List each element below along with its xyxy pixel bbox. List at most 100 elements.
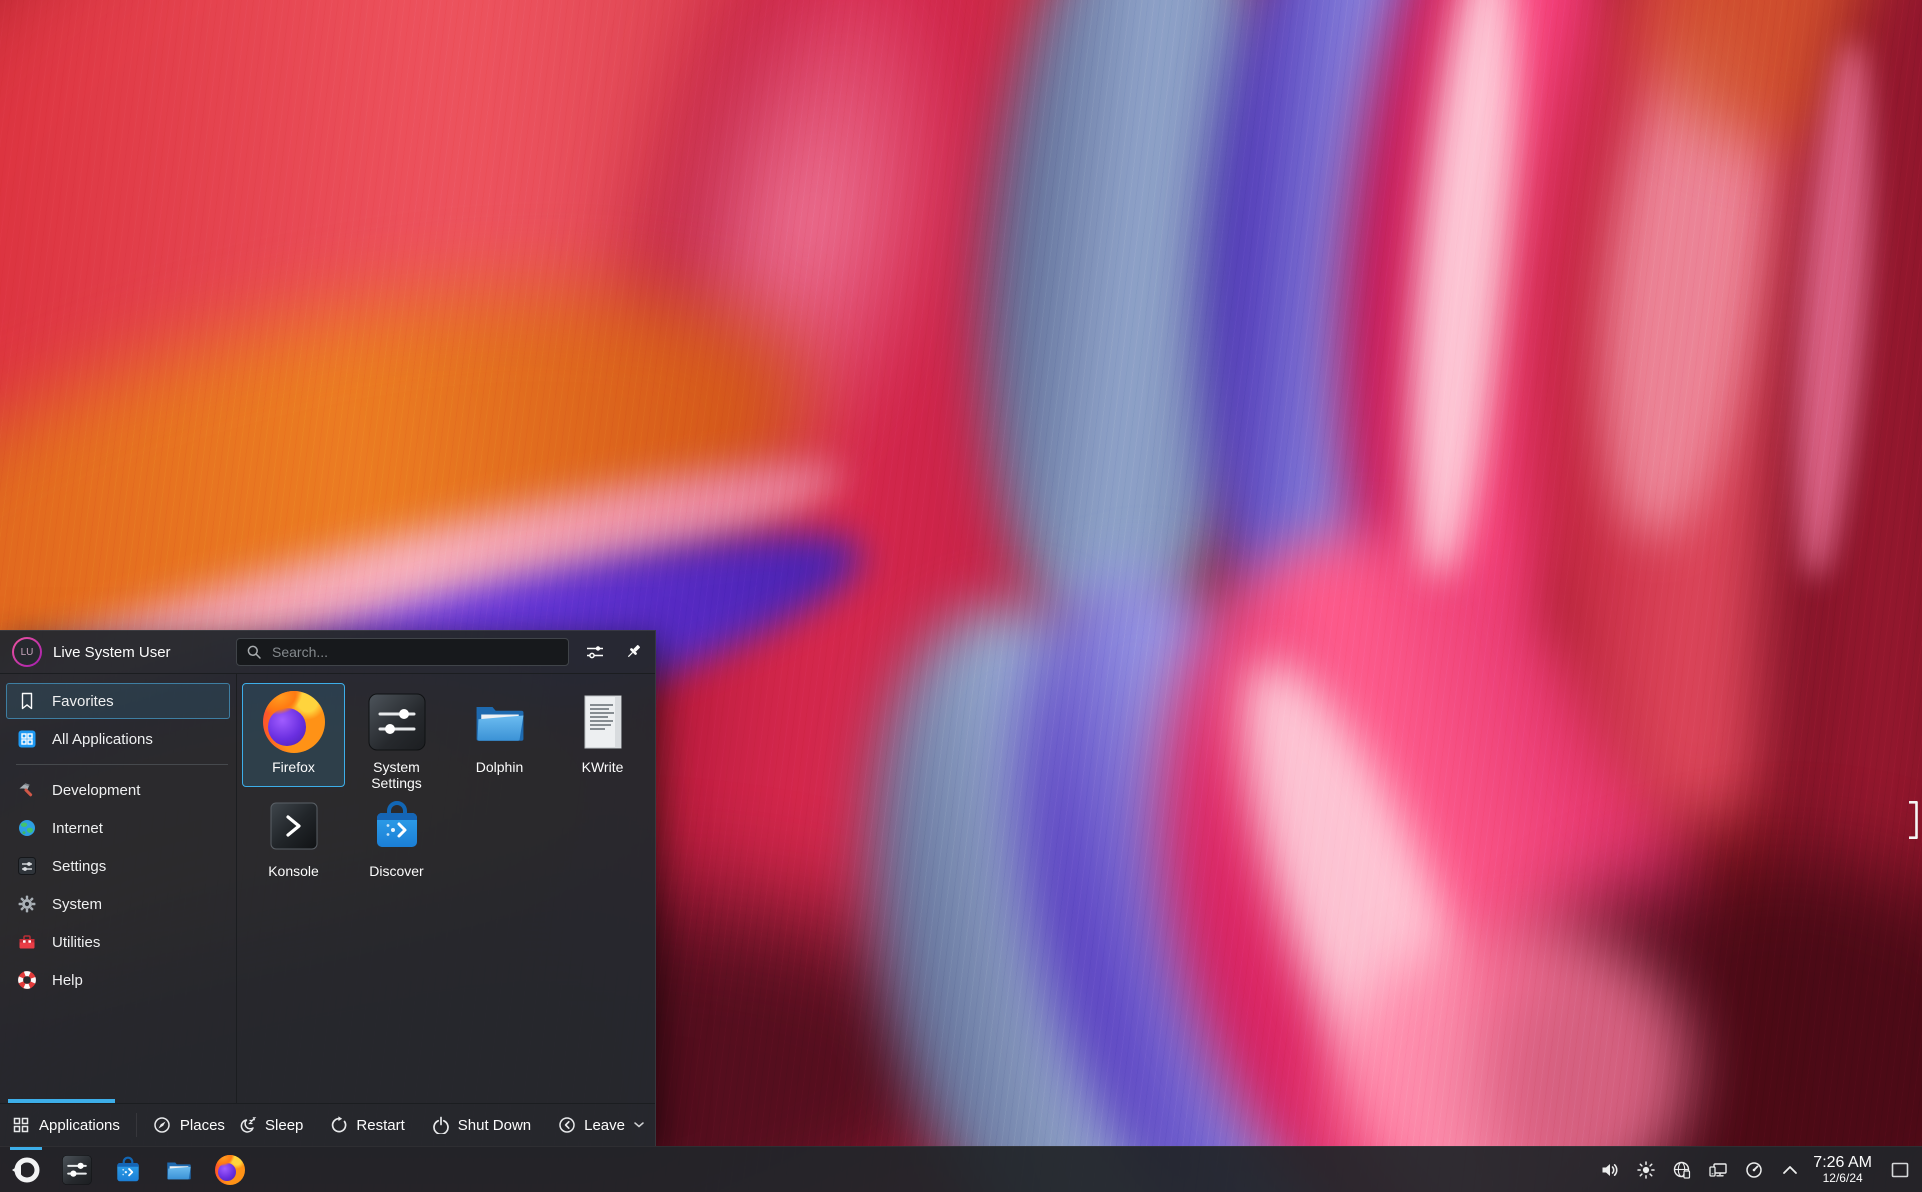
sidebar-separator: [16, 764, 228, 765]
kdeconnect-icon[interactable]: [1708, 1160, 1728, 1180]
tab-label: Places: [180, 1117, 225, 1134]
restart-button[interactable]: Restart: [330, 1116, 404, 1134]
app-system-settings[interactable]: System Settings: [345, 683, 448, 787]
launcher-body: Favorites All Applications Development: [0, 674, 655, 1103]
avatar-initials: LU: [14, 639, 40, 665]
action-label: Restart: [356, 1117, 404, 1134]
session-actions: Sleep Restart Shut Down Leave: [238, 1116, 645, 1134]
app-dolphin[interactable]: Dolphin: [448, 683, 551, 787]
configure-button[interactable]: [583, 640, 607, 664]
clock-time: 7:26 AM: [1813, 1154, 1872, 1171]
tab-applications[interactable]: Applications: [10, 1116, 122, 1134]
sidebar-item-label: Development: [52, 782, 140, 799]
bookmark-icon: [17, 691, 37, 711]
restart-arrow-icon: [330, 1116, 348, 1134]
taskbar-discover-button[interactable]: [112, 1154, 144, 1186]
compass-icon: [153, 1116, 171, 1134]
action-label: Sleep: [265, 1117, 303, 1134]
gauge-icon[interactable]: [1744, 1160, 1764, 1180]
sidebar-item-label: Help: [52, 972, 83, 989]
app-label: Firefox: [272, 759, 315, 775]
app-firefox[interactable]: Firefox: [242, 683, 345, 787]
konsole-terminal-icon: [262, 794, 326, 858]
sidebar-item-system[interactable]: System: [6, 886, 230, 922]
sidebar-item-label: Internet: [52, 820, 103, 837]
search-icon: [246, 644, 262, 660]
sidebar-item-label: Favorites: [52, 693, 114, 710]
user-name: Live System User: [53, 644, 171, 661]
search-input[interactable]: [270, 643, 559, 661]
app-label: Discover: [369, 863, 423, 879]
apps-grid-icon: [12, 1116, 30, 1134]
app-konsole[interactable]: Konsole: [242, 787, 345, 891]
sidebar-item-label: All Applications: [52, 731, 153, 748]
kwrite-document-icon: [571, 690, 635, 754]
launcher-footer: Applications Places Sleep Restart Shu: [0, 1103, 655, 1146]
search-box[interactable]: [236, 638, 569, 666]
leave-circle-icon: [558, 1116, 576, 1134]
show-desktop-button[interactable]: [1888, 1150, 1912, 1190]
network-globe-icon[interactable]: [1672, 1160, 1692, 1180]
toolbox-icon: [17, 932, 37, 952]
app-label: KWrite: [582, 759, 624, 775]
digital-clock[interactable]: 7:26 AM 12/6/24: [1813, 1154, 1872, 1184]
pin-button[interactable]: [621, 640, 645, 664]
sidebar-item-label: Utilities: [52, 934, 100, 951]
taskbar: 7:26 AM 12/6/24: [0, 1146, 1922, 1192]
configure-sliders-icon: [584, 641, 606, 663]
app-grid: Firefox System Settings Dolphin: [242, 683, 655, 891]
tab-places[interactable]: Places: [151, 1116, 227, 1134]
sidebar-item-favorites[interactable]: Favorites: [6, 683, 230, 719]
sliders-icon: [17, 856, 37, 876]
taskbar-firefox-button[interactable]: [214, 1154, 246, 1186]
system-tray: [1600, 1160, 1800, 1180]
discover-bag-icon: [365, 794, 429, 858]
taskbar-system-settings-button[interactable]: [61, 1154, 93, 1186]
system-settings-icon: [365, 690, 429, 754]
app-grid-area: Firefox System Settings Dolphin: [237, 674, 655, 1103]
active-tab-indicator: [8, 1099, 115, 1103]
expand-tray-chevron-up-icon[interactable]: [1780, 1160, 1800, 1180]
hammer-icon: [17, 780, 37, 800]
taskbar-dolphin-button[interactable]: [163, 1154, 195, 1186]
launcher-sidebar: Favorites All Applications Development: [0, 674, 237, 1103]
firefox-icon: [215, 1155, 245, 1185]
clock-date: 12/6/24: [1813, 1172, 1872, 1185]
user-avatar[interactable]: LU: [12, 637, 42, 667]
sidebar-item-all-applications[interactable]: All Applications: [6, 721, 230, 757]
desktop: LU Live System User: [0, 0, 1922, 1192]
application-launcher-popup: LU Live System User: [0, 630, 656, 1146]
shut-down-button[interactable]: Shut Down: [432, 1116, 531, 1134]
sleep-button[interactable]: Sleep: [238, 1116, 303, 1134]
firefox-icon: [263, 691, 325, 753]
moon-zz-icon: [238, 1116, 257, 1134]
sidebar-item-development[interactable]: Development: [6, 772, 230, 808]
app-launcher-button[interactable]: [10, 1154, 42, 1186]
sidebar-item-utilities[interactable]: Utilities: [6, 924, 230, 960]
pin-icon: [622, 641, 644, 663]
system-settings-icon: [62, 1155, 92, 1185]
app-kwrite[interactable]: KWrite: [551, 683, 654, 787]
brightness-icon[interactable]: [1636, 1160, 1656, 1180]
sidebar-item-internet[interactable]: Internet: [6, 810, 230, 846]
sidebar-item-help[interactable]: Help: [6, 962, 230, 998]
power-icon: [432, 1116, 450, 1134]
globe-icon: [17, 818, 37, 838]
action-label: Shut Down: [458, 1117, 531, 1134]
volume-icon[interactable]: [1600, 1160, 1620, 1180]
launcher-header: LU Live System User: [0, 631, 655, 674]
mouse-cursor: [1906, 800, 1920, 845]
lifebuoy-icon: [17, 970, 37, 990]
active-task-indicator: [10, 1147, 42, 1150]
sidebar-item-settings[interactable]: Settings: [6, 848, 230, 884]
discover-bag-icon: [113, 1155, 143, 1185]
tab-label: Applications: [39, 1117, 120, 1134]
all-apps-grid-icon: [17, 729, 37, 749]
app-discover[interactable]: Discover: [345, 787, 448, 891]
sidebar-item-label: System: [52, 896, 102, 913]
leave-button[interactable]: Leave: [558, 1116, 645, 1134]
gear-icon: [17, 894, 37, 914]
sidebar-item-label: Settings: [52, 858, 106, 875]
chevron-down-icon: [633, 1121, 645, 1129]
dolphin-folder-icon: [468, 690, 532, 754]
